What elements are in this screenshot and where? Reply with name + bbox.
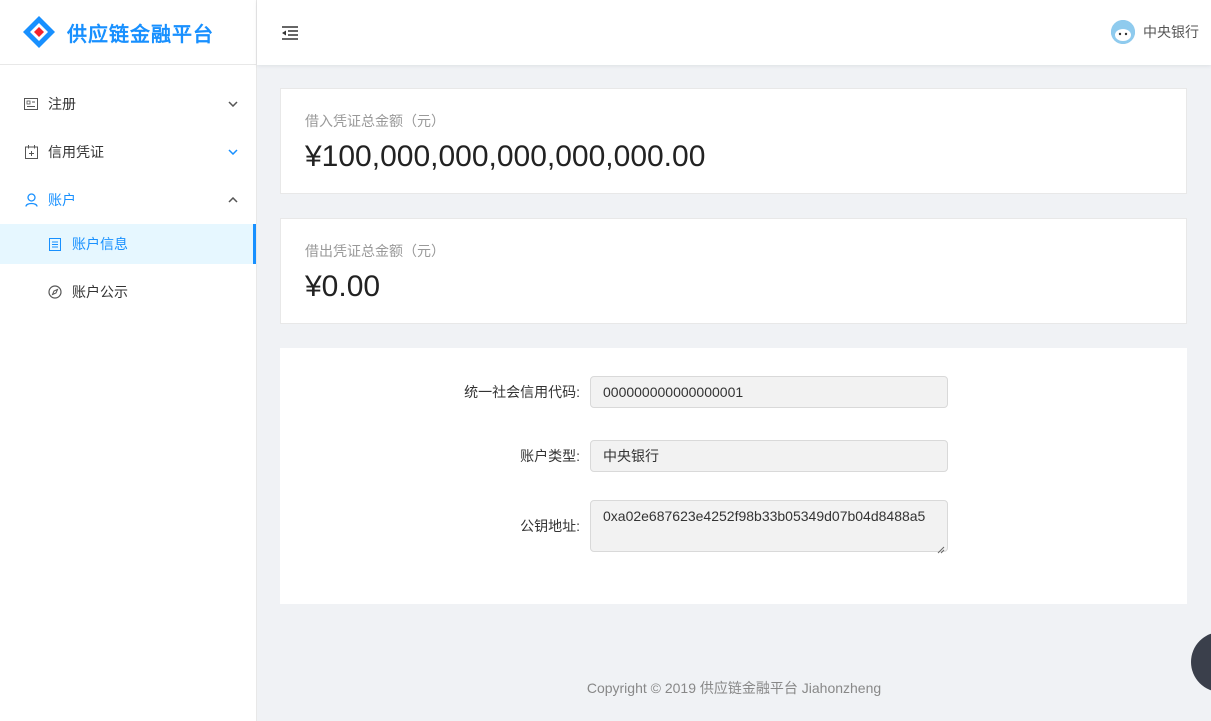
- account-type-label: 账户类型:: [520, 448, 580, 464]
- resize-handle-icon[interactable]: [937, 541, 945, 554]
- lent-total-card: 借出凭证总金额（元） ¥0.00: [280, 218, 1187, 324]
- sidebar-item-credit-voucher[interactable]: 信用凭证: [0, 128, 256, 176]
- chevron-down-icon: [228, 99, 238, 109]
- user-menu[interactable]: 中央银行: [1111, 20, 1199, 44]
- borrowed-total-card: 借入凭证总金额（元） ¥100,000,000,000,000,000.00: [280, 88, 1187, 194]
- sidebar-item-register[interactable]: 注册: [0, 80, 256, 128]
- compass-icon: [48, 285, 62, 299]
- chevron-down-icon: [228, 147, 238, 157]
- id-card-icon: [24, 97, 38, 111]
- stat-title: 借入凭证总金额（元）: [305, 113, 445, 129]
- sidebar-menu: 注册 信用凭证 账户 账户信息 账户公示: [0, 65, 256, 312]
- stat-value: ¥0.00: [305, 270, 381, 303]
- sidebar: 供应链金融平台 注册 信用凭证 账户 账户信息 账户公示: [0, 0, 257, 721]
- stat-title: 借出凭证总金额（元）: [305, 243, 445, 259]
- sidebar-item-label: 账户: [48, 192, 76, 208]
- public-key-value: 0xa02e687623e4252f98b33b05349d07b04d8488…: [603, 508, 926, 524]
- calendar-icon: [24, 145, 38, 159]
- user-name: 中央银行: [1143, 24, 1199, 40]
- sidebar-item-label: 账户公示: [72, 284, 128, 300]
- sidebar-item-label: 账户信息: [72, 236, 128, 252]
- user-icon: [24, 193, 38, 207]
- sidebar-item-account-info[interactable]: 账户信息: [0, 224, 256, 264]
- logo[interactable]: 供应链金融平台: [0, 0, 256, 65]
- credit-code-field[interactable]: 000000000000000001: [590, 376, 948, 408]
- sidebar-item-account-public[interactable]: 账户公示: [0, 272, 256, 312]
- header: 中央银行: [257, 0, 1211, 65]
- stat-value: ¥100,000,000,000,000,000.00: [305, 140, 706, 173]
- sidebar-item-label: 注册: [48, 96, 76, 112]
- sidebar-item-account[interactable]: 账户: [0, 176, 256, 224]
- sidebar-item-label: 信用凭证: [48, 144, 104, 160]
- menu-fold-icon[interactable]: [279, 22, 301, 44]
- credit-code-label: 统一社会信用代码:: [464, 384, 580, 400]
- account-info-form: 统一社会信用代码: 000000000000000001 账户类型: 中央银行 …: [280, 348, 1187, 604]
- public-key-label: 公钥地址:: [520, 518, 580, 534]
- public-key-field[interactable]: 0xa02e687623e4252f98b33b05349d07b04d8488…: [590, 500, 948, 554]
- public-key-row: 公钥地址: 0xa02e687623e4252f98b33b05349d07b0…: [280, 500, 948, 554]
- logo-icon: [22, 15, 56, 49]
- account-type-field[interactable]: 中央银行: [590, 440, 948, 472]
- credit-code-row: 统一社会信用代码: 000000000000000001: [280, 376, 948, 408]
- app-title: 供应链金融平台: [67, 23, 214, 46]
- footer-copyright: Copyright © 2019 供应链金融平台 Jiahonzheng: [586, 680, 882, 696]
- chevron-up-icon: [228, 195, 238, 205]
- account-type-row: 账户类型: 中央银行: [280, 440, 948, 472]
- avatar: [1111, 20, 1135, 44]
- file-text-icon: [48, 237, 62, 251]
